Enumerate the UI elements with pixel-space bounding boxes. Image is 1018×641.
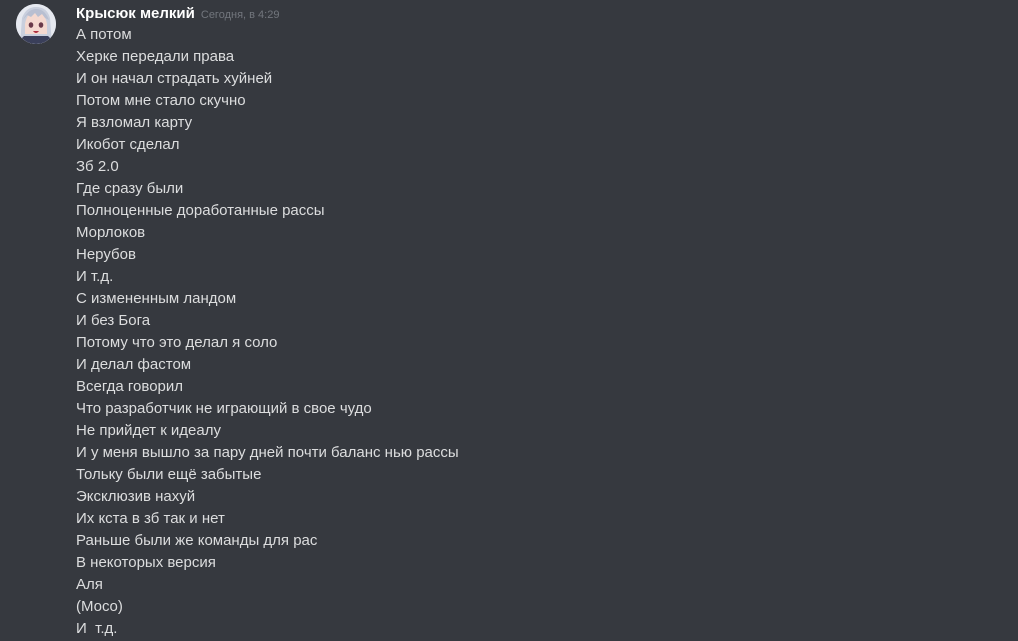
message-line: Зб 2.0 — [76, 158, 119, 175]
message-list: А потом Херке передали права И он начал ст… — [76, 24, 1018, 640]
message-line: Где сразу были — [76, 180, 184, 197]
message-line: Эксклюзив нахуй — [76, 488, 196, 505]
message-group: Крысюк мелкий Сегодня, в 4:29 А потом Хер… — [0, 0, 1018, 641]
message-line: (Моco) — [76, 598, 123, 615]
message-line: Икобот сделал — [76, 136, 180, 153]
message-line: Аля — [76, 576, 103, 593]
message-line: Полноценные доработанные рассы — [76, 202, 325, 219]
message-line: И т.д. — [76, 268, 114, 285]
anime-avatar-icon — [16, 4, 56, 44]
message-line: Раньше были же команды для рас — [76, 532, 318, 549]
message-line: Морлоков — [76, 224, 146, 241]
message-line: Потому что это делал я соло — [76, 334, 278, 351]
message-line: Их кста в зб так и нет — [76, 510, 225, 527]
message-line: И делал фастом — [76, 356, 192, 373]
message-line: И он начал страдать хуйней — [76, 70, 273, 87]
message-line: И у меня вышло за пару дней почти баланс… — [76, 444, 459, 461]
message-line: В некоторых версия — [76, 554, 216, 571]
username[interactable]: Крысюк мелкий — [76, 4, 195, 24]
message-line: А потом — [76, 26, 132, 43]
message-header: Крысюк мелкий Сегодня, в 4:29 — [76, 4, 1018, 24]
message-line: Тольку были ещё забытые — [76, 466, 262, 483]
avatar[interactable] — [16, 4, 56, 44]
message-line: Что разработчик не играющий в свое чудо — [76, 400, 372, 417]
message-line: Потом мне стало скучно — [76, 92, 246, 109]
message-line: Херке передали права — [76, 48, 235, 65]
message-line: Не прийдет к идеалу — [76, 422, 221, 439]
message-line: Всегда говорил — [76, 378, 184, 395]
timestamp[interactable]: Сегодня, в 4:29 — [201, 5, 280, 25]
message-line: И т.д. — [76, 620, 118, 637]
message-line: Я взломал карту — [76, 114, 193, 131]
message-line: И без Бога — [76, 312, 151, 329]
message-line: Нерубов — [76, 246, 136, 263]
message-line: С измененным ландом — [76, 290, 237, 307]
